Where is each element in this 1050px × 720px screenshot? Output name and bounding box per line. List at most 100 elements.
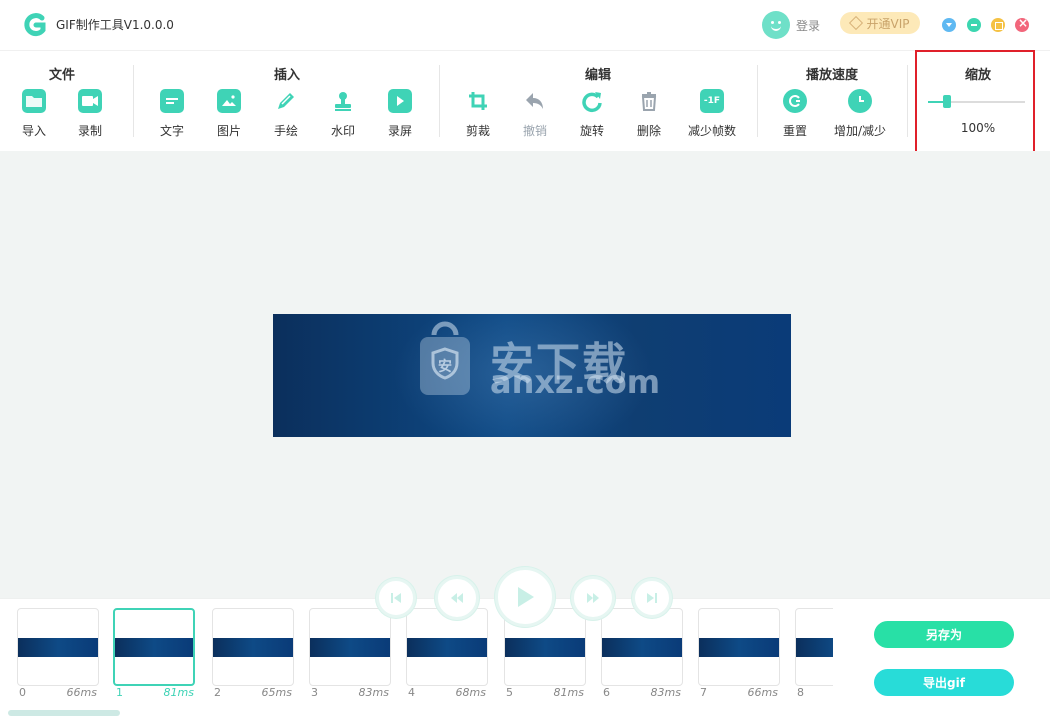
- dropdown-menu-button[interactable]: [942, 18, 956, 32]
- minimize-button[interactable]: [967, 18, 981, 32]
- frame-duration: 66ms: [747, 686, 778, 699]
- title-bar: GIF制作工具V1.0.0.0 登录 开通VIP: [0, 0, 1050, 50]
- frame-thumbnail[interactable]: [795, 608, 833, 686]
- maximize-button[interactable]: [991, 18, 1005, 32]
- frame-thumbnail[interactable]: [406, 608, 488, 686]
- undo-button[interactable]: 撤销: [510, 89, 560, 139]
- record-label: 录制: [77, 124, 102, 138]
- frame-duration: 81ms: [553, 686, 584, 699]
- frame-index: 2: [214, 686, 221, 699]
- watermark-button[interactable]: 水印: [318, 89, 368, 139]
- close-button[interactable]: [1015, 16, 1029, 32]
- image-icon: [217, 89, 241, 113]
- delete-label: 删除: [636, 124, 661, 138]
- frame-strip-scrollbar[interactable]: [8, 710, 120, 716]
- frame-thumbnail-image: [796, 638, 833, 657]
- rotate-button[interactable]: 旋转: [567, 89, 617, 139]
- delete-button[interactable]: 删除: [624, 89, 674, 139]
- frame-label: 8: [797, 686, 833, 700]
- bag-logo-icon: 安: [420, 321, 470, 395]
- frame-thumbnail[interactable]: [113, 608, 195, 686]
- reduce-frames-button[interactable]: -1F 减少帧数: [682, 89, 742, 139]
- reset-icon: [783, 89, 807, 113]
- text-label: 文字: [159, 124, 184, 138]
- draw-button[interactable]: 手绘: [261, 89, 311, 139]
- toolbar-divider: [907, 65, 908, 137]
- toolbar: 文件 插入 编辑 播放速度 缩放 导入 录制 文字 图片 手绘 水印 录屏 剪裁…: [0, 50, 1050, 150]
- export-gif-button[interactable]: 导出gif: [874, 669, 1014, 696]
- frame-thumbnail-image: [699, 638, 779, 657]
- frame-thumbnail[interactable]: [212, 608, 294, 686]
- text-icon: [160, 89, 184, 113]
- adjust-speed-button[interactable]: 增加/减少: [830, 89, 890, 139]
- save-as-button[interactable]: 另存为: [874, 621, 1014, 648]
- frame-index: 7: [700, 686, 707, 699]
- record-button[interactable]: 录制: [65, 89, 115, 139]
- gif-maker-window: GIF制作工具V1.0.0.0 登录 开通VIP 文件 插入 编辑 播放速度 缩…: [0, 0, 1050, 720]
- frame-thumbnail[interactable]: [309, 608, 391, 686]
- login-label: 登录: [796, 18, 821, 33]
- frame-label: 7 66ms: [700, 686, 778, 700]
- frame-label: 2 65ms: [214, 686, 292, 700]
- frame-duration: 65ms: [261, 686, 292, 699]
- group-title-speed: 播放速度: [805, 68, 859, 83]
- screen-record-button[interactable]: 录屏: [375, 89, 425, 139]
- toolbar-divider: [133, 65, 134, 137]
- import-button[interactable]: 导入: [9, 89, 59, 139]
- vip-button[interactable]: 开通VIP: [840, 12, 920, 34]
- text-button[interactable]: 文字: [147, 89, 197, 139]
- frame-duration: 68ms: [455, 686, 486, 699]
- screen-record-label: 录屏: [387, 124, 412, 138]
- frame-thumbnail[interactable]: [698, 608, 780, 686]
- play-button[interactable]: [495, 567, 555, 627]
- frame-thumbnail-image: [213, 638, 293, 657]
- frame-thumbnail-image: [310, 638, 390, 657]
- frame-label: 6 83ms: [603, 686, 681, 700]
- group-title-edit: 编辑: [584, 68, 612, 83]
- group-title-file: 文件: [48, 68, 76, 83]
- group-title-insert: 插入: [273, 68, 301, 83]
- stamp-icon: [331, 89, 355, 113]
- frame-thumbnail-image: [115, 638, 193, 657]
- login-button[interactable]: 登录: [762, 11, 820, 39]
- trash-icon: [637, 89, 661, 113]
- frame-index: 5: [506, 686, 513, 699]
- fast-forward-icon: [587, 593, 599, 603]
- frame-thumbnail-image: [602, 638, 682, 657]
- first-frame-button[interactable]: [376, 578, 416, 618]
- rewind-button[interactable]: [435, 576, 479, 620]
- last-frame-button[interactable]: [632, 578, 672, 618]
- pencil-icon: [274, 89, 298, 113]
- frame-duration: 83ms: [358, 686, 389, 699]
- play-screen-icon: [388, 89, 412, 113]
- reduce-frames-label: 减少帧数: [687, 124, 736, 138]
- frame-index: 6: [603, 686, 610, 699]
- frame-strip: 0 66ms 1 81ms 2 65ms 3 83ms 4 68ms 5 81ms 6 83ms 7 66ms…: [0, 600, 833, 720]
- rewind-icon: [451, 593, 463, 603]
- fast-forward-button[interactable]: [571, 576, 615, 620]
- frame-preview-image: 安 安下载 anxz.com: [273, 314, 791, 437]
- crop-button[interactable]: 剪裁: [453, 89, 503, 139]
- reduce-frames-icon-text: -1F: [703, 96, 721, 106]
- frame-label: 4 68ms: [408, 686, 486, 700]
- reset-speed-button[interactable]: 重置: [770, 89, 820, 139]
- frame-thumbnail[interactable]: [601, 608, 683, 686]
- frame-label: 3 83ms: [311, 686, 389, 700]
- undo-icon: [523, 89, 547, 113]
- zoom-highlight-box: [915, 50, 1035, 163]
- frame-label: 1 81ms: [116, 686, 194, 700]
- image-button[interactable]: 图片: [204, 89, 254, 139]
- undo-label: 撤销: [522, 124, 547, 138]
- frame-thumbnail-image: [505, 638, 585, 657]
- reset-speed-label: 重置: [782, 124, 807, 138]
- skip-start-icon: [391, 593, 401, 603]
- toolbar-divider: [757, 65, 758, 137]
- reduce-frames-icon: -1F: [700, 89, 724, 113]
- vip-label: 开通VIP: [866, 16, 910, 31]
- rotate-icon: [580, 89, 604, 113]
- frame-thumbnail[interactable]: [17, 608, 99, 686]
- bag-logo-char: 安: [438, 358, 452, 375]
- frame-duration: 83ms: [650, 686, 681, 699]
- clock-icon: [848, 89, 872, 113]
- frame-duration: 66ms: [66, 686, 97, 699]
